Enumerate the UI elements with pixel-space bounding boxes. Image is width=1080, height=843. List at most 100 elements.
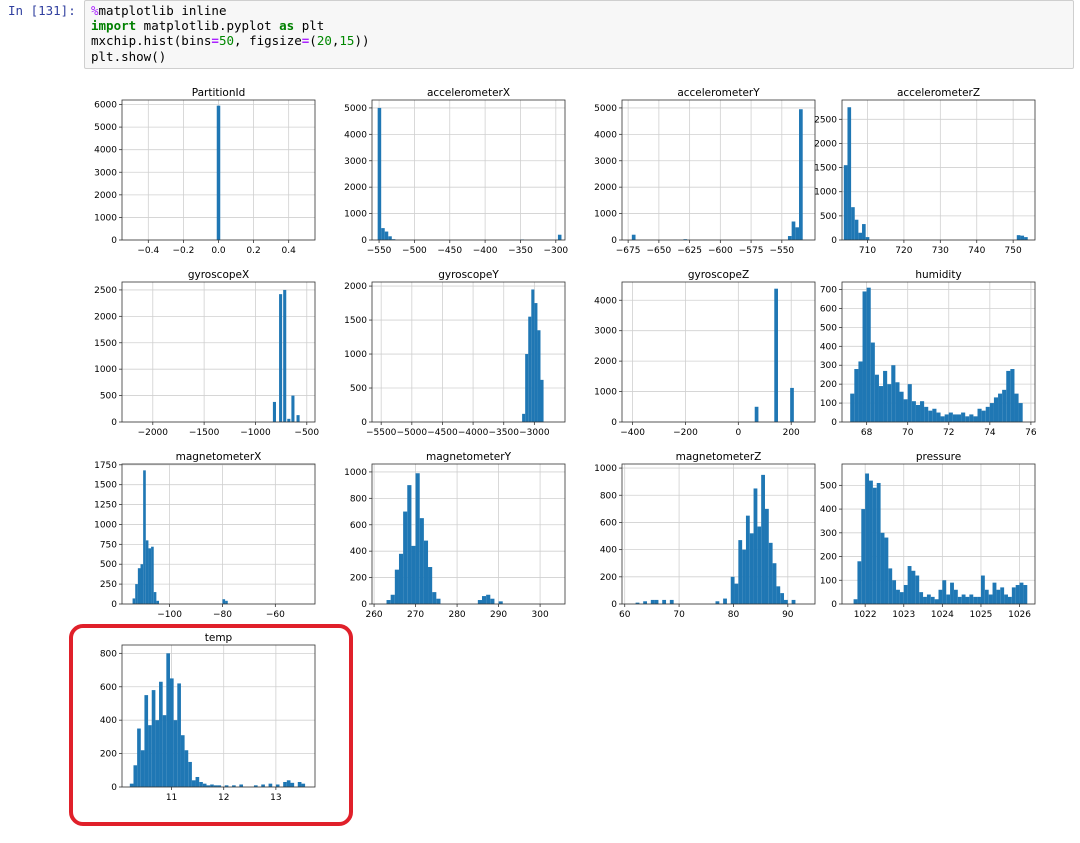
y-tick-label: 2000 xyxy=(94,312,117,322)
x-tick-label: −600 xyxy=(708,246,733,256)
histogram-magnetometerX: magnetometerX −100 −80 −60 0 250 500 750 1000 125… xyxy=(94,451,316,620)
y-tick-label: 3000 xyxy=(594,327,617,337)
x-tick-label: 0.4 xyxy=(282,246,297,256)
histogram-bar xyxy=(903,585,908,604)
y-tick-label: 1000 xyxy=(594,210,617,220)
histogram-bar xyxy=(961,594,966,604)
x-tick-label: −550 xyxy=(769,246,794,256)
y-tick-label: 1500 xyxy=(814,164,837,174)
histogram-bar xyxy=(643,601,648,604)
x-tick-label: 1024 xyxy=(931,610,954,620)
y-tick-label: 5000 xyxy=(344,104,367,114)
histogram-bar xyxy=(411,545,416,604)
x-tick-label: −575 xyxy=(739,246,764,256)
y-tick-label: 3000 xyxy=(344,157,367,167)
histogram-bar xyxy=(156,600,160,604)
y-tick-label: 2000 xyxy=(344,183,367,193)
histogram-bar xyxy=(486,594,491,604)
histogram-bar xyxy=(415,473,420,604)
y-tick-label: 6000 xyxy=(94,101,117,111)
chart-title: magnetometerX xyxy=(176,451,262,463)
histogram-bar xyxy=(774,288,778,422)
histogram-humidity: humidity 68 70 72 74 76 0 100 200 300 400 500 600 700 xyxy=(820,269,1037,438)
histogram-bar xyxy=(985,406,990,422)
histogram-bar xyxy=(761,474,765,604)
y-tick-label: 800 xyxy=(350,494,367,504)
y-tick-label: 3000 xyxy=(94,168,117,178)
x-tick-label: 720 xyxy=(895,246,912,256)
histogram-bar xyxy=(403,511,408,604)
histogram-bar xyxy=(272,401,276,422)
y-tick-label: 500 xyxy=(100,392,117,402)
y-tick-label: 4000 xyxy=(594,296,617,306)
histogram-bar xyxy=(384,231,389,240)
histogram-bar xyxy=(878,386,884,422)
histogram-bar xyxy=(854,219,859,240)
y-tick-label: 0 xyxy=(111,600,117,610)
histogram-bar xyxy=(148,548,152,604)
histogram-bar xyxy=(730,576,735,604)
y-tick-label: 2000 xyxy=(594,183,617,193)
histogram-bar xyxy=(537,330,541,422)
y-tick-label: 400 xyxy=(820,505,837,515)
histogram-bar xyxy=(899,592,904,604)
x-tick-label: 0 xyxy=(735,428,741,438)
histogram-bar xyxy=(143,470,146,604)
histogram-bar xyxy=(973,596,978,604)
x-tick-label: −5000 xyxy=(397,428,428,438)
chart-title: gyroscopeZ xyxy=(688,269,749,281)
histogram-bar xyxy=(980,575,985,604)
histogram-bar xyxy=(1019,582,1024,604)
histogram-bar xyxy=(386,600,391,604)
histogram-bar xyxy=(946,594,951,604)
x-tick-label: 74 xyxy=(984,428,996,438)
histogram-bar xyxy=(423,540,429,604)
y-tick-label: 200 xyxy=(820,553,837,563)
x-tick-label: 60 xyxy=(619,610,631,620)
histogram-bar xyxy=(1018,403,1023,422)
histogram-bar xyxy=(377,107,382,240)
histogram-bar xyxy=(870,342,875,422)
histogram-bar xyxy=(880,532,885,604)
y-tick-label: 1000 xyxy=(594,464,617,474)
y-tick-label: 400 xyxy=(600,546,617,556)
histogram-bar xyxy=(942,580,947,604)
histogram-bar xyxy=(866,287,871,422)
histogram-bar xyxy=(911,570,916,604)
histogram-bar xyxy=(287,418,291,422)
histogram-bar xyxy=(934,599,939,604)
x-tick-label: 270 xyxy=(407,610,424,620)
histogram-bar xyxy=(969,594,974,604)
histogram-bar xyxy=(222,599,226,604)
y-tick-label: 500 xyxy=(820,212,837,222)
y-tick-label: 600 xyxy=(820,304,837,314)
histogram-bar xyxy=(996,589,1001,604)
histogram-bar xyxy=(787,236,792,240)
histogram-bar xyxy=(876,482,881,604)
histogram-bar xyxy=(381,228,385,240)
histogram-bar xyxy=(669,599,674,604)
x-tick-label: 76 xyxy=(1025,428,1037,438)
x-tick-label: 750 xyxy=(1005,246,1022,256)
y-tick-label: 0 xyxy=(361,236,367,246)
y-tick-label: 1000 xyxy=(344,468,367,478)
histogram-bar xyxy=(887,384,892,422)
histogram-bar xyxy=(862,224,866,240)
histogram-bar xyxy=(984,589,989,604)
histogram-bar xyxy=(1002,389,1007,422)
x-tick-label: −100 xyxy=(157,610,182,620)
x-tick-label: 1022 xyxy=(854,610,877,620)
axes-frame xyxy=(621,99,816,241)
histogram-pressure: pressure 1022 1023 1024 1025 1026 0 100 200 300 40… xyxy=(820,451,1036,620)
y-tick-label: 1500 xyxy=(344,316,367,326)
histogram-bar xyxy=(883,370,888,422)
histogram-bar xyxy=(753,488,758,604)
histogram-bar xyxy=(992,582,997,604)
x-tick-label: 70 xyxy=(902,428,914,438)
histogram-bar xyxy=(936,412,941,422)
histogram-bar xyxy=(952,414,957,422)
x-tick-label: 730 xyxy=(932,246,949,256)
x-tick-label: 200 xyxy=(783,428,800,438)
y-tick-label: 2000 xyxy=(814,139,837,149)
x-tick-label: −500 xyxy=(294,428,319,438)
